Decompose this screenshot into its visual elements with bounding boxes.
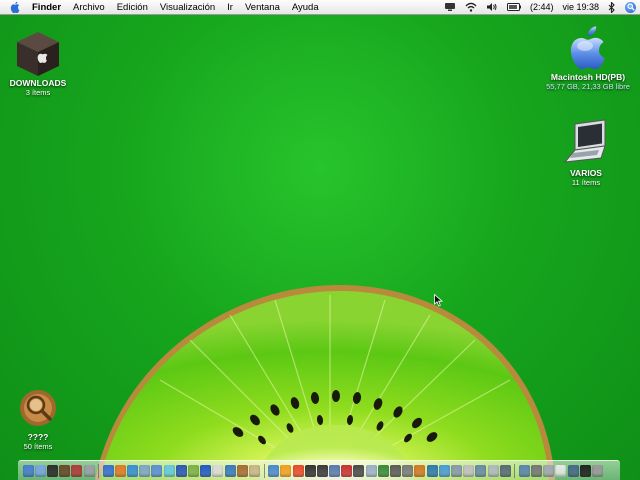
dock-separator [98, 463, 100, 478]
dock-app-icon[interactable] [163, 464, 175, 477]
dock [18, 460, 620, 480]
dock-app-icon[interactable] [292, 464, 304, 477]
dock-app-icon[interactable] [499, 464, 511, 477]
dock-app-icon[interactable] [151, 464, 163, 477]
dock-app-icon[interactable] [592, 464, 604, 477]
dock-app-icon[interactable] [304, 464, 316, 477]
desktop-icon-varios[interactable]: VARIOS 11 ítems [554, 118, 618, 187]
dock-app-icon[interactable] [543, 464, 555, 477]
apple-menu-icon[interactable] [10, 1, 22, 14]
desktop-icon-unknown-folder[interactable]: ???? 50 ítems [6, 386, 70, 451]
dock-app-icon[interactable] [316, 464, 328, 477]
dock-app-icon[interactable] [531, 464, 543, 477]
wifi-icon[interactable] [465, 0, 477, 14]
dock-app-icon[interactable] [127, 464, 139, 477]
bluetooth-icon[interactable] [608, 0, 616, 14]
dock-app-icon[interactable] [71, 464, 83, 477]
display-icon[interactable] [444, 0, 456, 14]
icon-label: VARIOS [570, 168, 602, 178]
spotlight-icon[interactable] [625, 1, 636, 13]
desktop-icon-downloads[interactable]: DOWNLOADS 3 ítems [6, 30, 70, 97]
dock-app-icon[interactable] [188, 464, 200, 477]
icon-info: 55,77 GB, 21,33 GB libre [546, 82, 630, 91]
apple-drive-icon [570, 26, 605, 70]
dock-app-icon[interactable] [438, 464, 450, 477]
dock-app-icon[interactable] [555, 464, 567, 477]
menu-archivo[interactable]: Archivo [73, 2, 105, 13]
mouse-cursor-icon [434, 294, 443, 307]
icon-info: 50 ítems [23, 442, 53, 451]
dock-app-icon[interactable] [46, 464, 58, 477]
dock-app-icon[interactable] [236, 464, 248, 477]
box-icon [17, 32, 59, 76]
dock-app-icon[interactable] [212, 464, 224, 477]
dock-app-icon[interactable] [280, 464, 292, 477]
dock-app-icon[interactable] [353, 464, 365, 477]
menu-edicion[interactable]: Edición [117, 2, 148, 13]
dock-app-icon[interactable] [365, 464, 377, 477]
icon-label: Macintosh HD(PB) [550, 72, 626, 82]
dock-app-icon[interactable] [463, 464, 475, 477]
menu-visualizacion[interactable]: Visualización [160, 2, 215, 13]
magnifier-folder-icon [20, 390, 56, 426]
menu-ayuda[interactable]: Ayuda [292, 2, 319, 13]
dock-app-icon[interactable] [579, 464, 591, 477]
dock-app-icon[interactable] [59, 464, 71, 477]
dock-app-icon[interactable] [329, 464, 341, 477]
icon-info: 11 ítems [571, 178, 601, 187]
menu-clock[interactable]: vie 19:38 [562, 2, 599, 12]
volume-icon[interactable] [486, 0, 498, 14]
dock-app-icon[interactable] [34, 464, 46, 477]
icon-info: 3 ítems [25, 88, 51, 97]
dock-app-icon[interactable] [567, 464, 579, 477]
dock-app-icon[interactable] [248, 464, 260, 477]
dock-app-icon[interactable] [487, 464, 499, 477]
desktop-icon-macintosh-hd[interactable]: Macintosh HD(PB) 55,77 GB, 21,33 GB libr… [540, 20, 636, 91]
dock-app-icon[interactable] [200, 464, 212, 477]
dock-separator [263, 463, 265, 478]
dock-app-icon[interactable] [341, 464, 353, 477]
laptop-icon [563, 119, 606, 163]
menu-ventana[interactable]: Ventana [245, 2, 280, 13]
dock-app-icon[interactable] [402, 464, 414, 477]
dock-app-icon[interactable] [518, 464, 530, 477]
dock-app-icon[interactable] [414, 464, 426, 477]
dock-app-icon[interactable] [377, 464, 389, 477]
icon-label: ???? [27, 432, 49, 442]
menu-extras: (2:44) vie 19:38 [444, 0, 636, 14]
menu-finder[interactable]: Finder [32, 2, 61, 13]
dock-separator [514, 463, 516, 478]
menu-ir[interactable]: Ir [227, 2, 233, 13]
dock-app-icon[interactable] [450, 464, 462, 477]
dock-app-icon[interactable] [475, 464, 487, 477]
battery-icon[interactable] [506, 0, 521, 14]
dock-app-icon[interactable] [102, 464, 114, 477]
dock-app-icon[interactable] [139, 464, 151, 477]
battery-time[interactable]: (2:44) [530, 2, 554, 12]
dock-app-icon[interactable] [83, 464, 95, 477]
dock-app-icon[interactable] [114, 464, 126, 477]
dock-app-icon[interactable] [268, 464, 280, 477]
dock-app-icon[interactable] [175, 464, 187, 477]
dock-app-icon[interactable] [426, 464, 438, 477]
dock-app-icon[interactable] [22, 464, 34, 477]
icon-label: DOWNLOADS [9, 78, 67, 88]
dock-app-icon[interactable] [390, 464, 402, 477]
dock-app-icon[interactable] [224, 464, 236, 477]
menu-bar: Finder Archivo Edición Visualización Ir … [0, 0, 640, 15]
